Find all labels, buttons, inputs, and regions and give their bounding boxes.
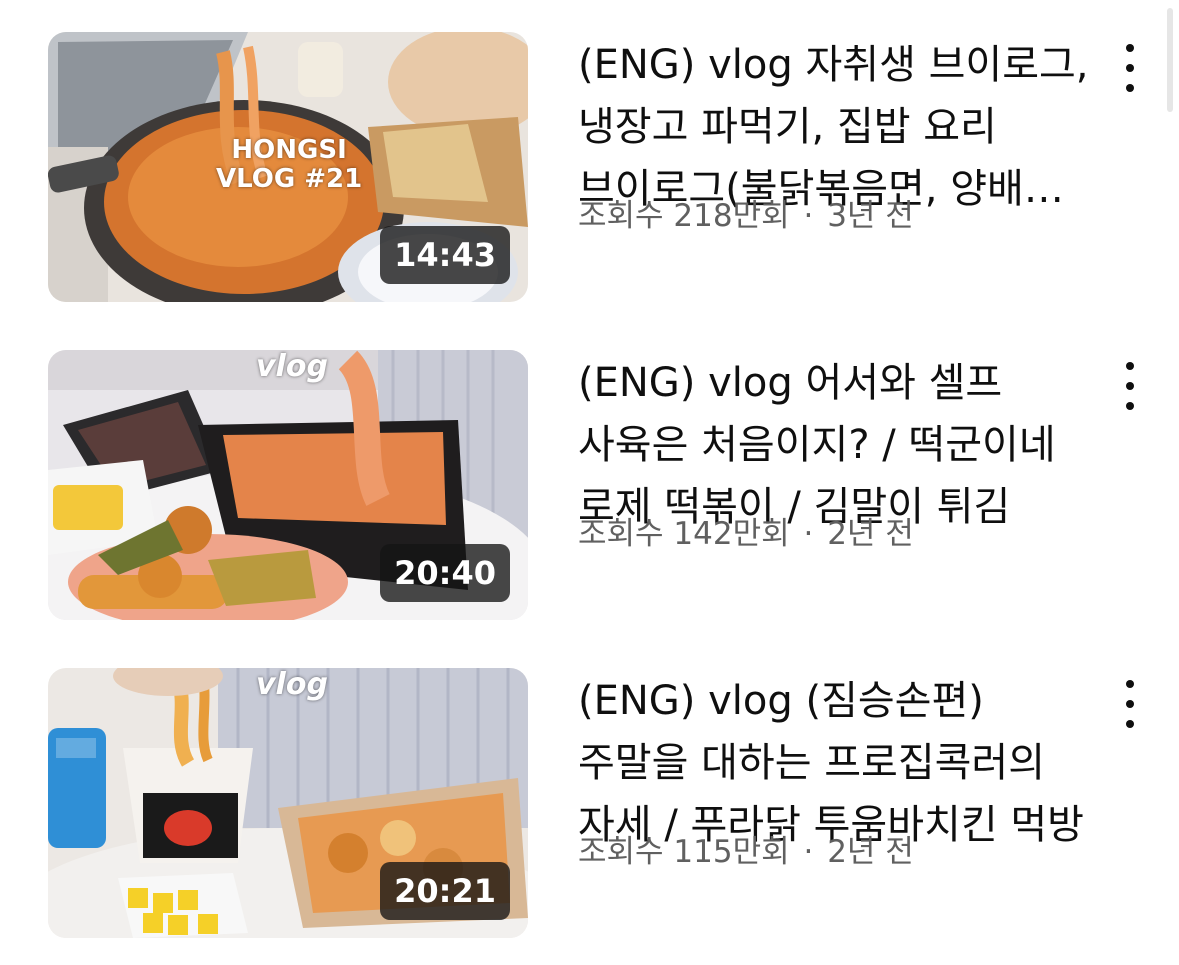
more-vert-icon: [1126, 362, 1134, 410]
more-vert-icon: [1126, 680, 1134, 728]
video-meta: 조회수 142만회 · 2년 전: [578, 514, 914, 554]
meta-separator: ·: [803, 834, 814, 870]
upload-age: 3년 전: [827, 198, 914, 234]
view-count: 조회수 218만회: [578, 198, 790, 234]
view-count: 조회수 115만회: [578, 834, 790, 870]
more-actions-button[interactable]: [1108, 354, 1152, 418]
view-count: 조회수 142만회: [578, 516, 790, 552]
more-vert-icon: [1126, 44, 1134, 92]
video-item[interactable]: vlog 20:21 (ENG) vlog (짐승손편) 주말을 대하는 프로집…: [0, 668, 1179, 940]
upload-age: 2년 전: [827, 834, 914, 870]
upload-age: 2년 전: [827, 516, 914, 552]
video-meta: 조회수 115만회 · 2년 전: [578, 832, 914, 872]
thumbnail-caption: vlog: [256, 350, 328, 384]
thumbnail-caption: vlog: [256, 668, 328, 702]
video-thumbnail[interactable]: HONGSI VLOG #21 14:43: [48, 32, 528, 302]
duration-badge: 20:40: [380, 544, 510, 602]
thumbnail-caption: HONGSI VLOG #21: [216, 135, 363, 194]
video-item[interactable]: HONGSI VLOG #21 14:43 (ENG) vlog 자취생 브이로…: [0, 32, 1179, 304]
video-title[interactable]: (ENG) vlog (짐승손편) 주말을 대하는 프로집콕러의 자세 / 푸라…: [578, 670, 1098, 856]
duration-badge: 14:43: [380, 226, 510, 284]
more-actions-button[interactable]: [1108, 672, 1152, 736]
video-thumbnail[interactable]: vlog 20:21: [48, 668, 528, 938]
meta-separator: ·: [803, 516, 814, 552]
video-item[interactable]: vlog 20:40 (ENG) vlog 어서와 셀프 사육은 처음이지? /…: [0, 350, 1179, 622]
more-actions-button[interactable]: [1108, 36, 1152, 100]
video-meta: 조회수 218만회 · 3년 전: [578, 196, 914, 236]
video-title[interactable]: (ENG) vlog 어서와 셀프 사육은 처음이지? / 떡군이네 로제 떡볶…: [578, 352, 1098, 538]
duration-badge: 20:21: [380, 862, 510, 920]
video-title[interactable]: (ENG) vlog 자취생 브이로그, 냉장고 파먹기, 집밥 요리 브이로그…: [578, 34, 1098, 220]
video-thumbnail[interactable]: vlog 20:40: [48, 350, 528, 620]
meta-separator: ·: [803, 198, 814, 234]
